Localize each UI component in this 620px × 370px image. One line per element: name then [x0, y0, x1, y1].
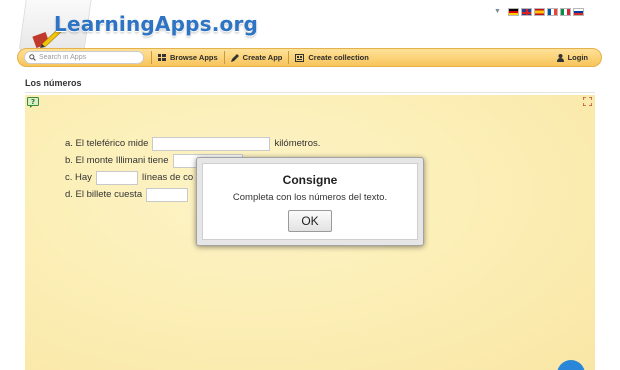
flag-gb-icon[interactable] — [520, 8, 532, 16]
user-icon — [556, 53, 564, 62]
line-c-suffix: líneas de co — [141, 172, 194, 183]
dialog-content: Consigne Completa con los números del te… — [202, 163, 418, 240]
title-divider — [25, 92, 595, 93]
instruction-dialog: Consigne Completa con los números del te… — [196, 157, 424, 246]
flag-ru-icon[interactable] — [572, 8, 584, 16]
ok-button[interactable]: OK — [288, 210, 332, 232]
nav-divider — [223, 51, 225, 64]
nav-divider — [288, 51, 290, 64]
line-d-text: d. El billete cuesta — [65, 189, 143, 200]
page-title: Los números — [25, 78, 82, 88]
search-box — [24, 51, 144, 64]
exercise-line-a: a. El teleférico mide kilómetros. — [65, 135, 405, 152]
line-c-text: c. Hay — [65, 172, 92, 183]
create-app-label: Create App — [242, 53, 283, 62]
browse-apps-button[interactable]: Browse Apps — [158, 53, 218, 62]
flag-it-icon[interactable] — [559, 8, 571, 16]
browse-apps-label: Browse Apps — [170, 53, 218, 62]
nav-divider — [151, 51, 152, 64]
dialog-title: Consigne — [282, 173, 338, 187]
site-logo[interactable]: LearningApps.org — [54, 12, 258, 36]
language-selector: ▼ — [494, 6, 584, 18]
pencil-icon — [230, 53, 239, 62]
svg-text:?: ? — [31, 98, 35, 106]
dialog-message: Completa con los números del texto. — [232, 192, 388, 203]
login-label: Login — [567, 53, 588, 62]
create-collection-button[interactable]: Create collection — [295, 53, 369, 62]
search-input[interactable] — [39, 54, 139, 61]
language-dropdown-icon[interactable]: ▼ — [494, 6, 501, 18]
header: LearningApps.org ▼ — [0, 0, 620, 52]
answer-input-a[interactable] — [152, 136, 271, 151]
main-navbar: Browse Apps Create App Create collection… — [17, 48, 602, 67]
line-a-text: a. El teleférico mide — [65, 138, 149, 149]
floating-action-button[interactable] — [557, 360, 585, 370]
flag-es-icon[interactable] — [533, 8, 545, 16]
login-button[interactable]: Login — [556, 53, 588, 62]
help-icon[interactable]: ? — [27, 97, 39, 108]
answer-input-c[interactable] — [95, 170, 138, 185]
flag-de-icon[interactable] — [507, 8, 519, 16]
create-collection-label: Create collection — [308, 53, 369, 62]
fullscreen-icon[interactable] — [583, 97, 592, 106]
search-icon — [29, 54, 36, 61]
line-b-text: b. El monte Illimani tiene — [65, 155, 169, 166]
create-app-button[interactable]: Create App — [230, 53, 283, 62]
line-a-suffix: kilómetros. — [274, 138, 321, 149]
grid-icon — [158, 54, 166, 61]
flag-fr-icon[interactable] — [546, 8, 558, 16]
collection-icon — [295, 53, 305, 62]
answer-input-d[interactable] — [146, 187, 189, 202]
